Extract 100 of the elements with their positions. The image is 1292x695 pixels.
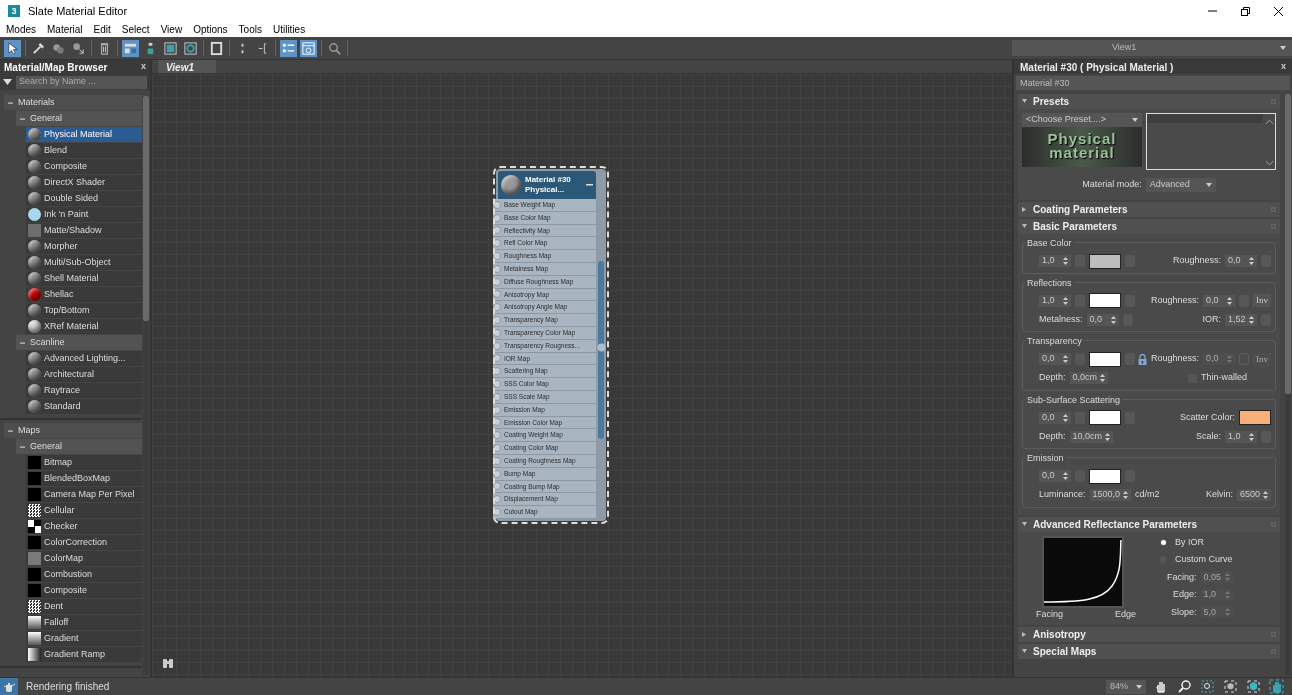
tree-item[interactable]: Standard: [26, 399, 142, 414]
rollout-header[interactable]: Basic Parameters: [1018, 219, 1280, 234]
scrollbar-thumb[interactable]: [1285, 94, 1291, 394]
close-button[interactable]: x: [1281, 60, 1286, 74]
scroll-down-icon[interactable]: [1266, 161, 1273, 165]
spinner-field[interactable]: 10,0cm: [1069, 430, 1114, 443]
color-swatch[interactable]: [1089, 253, 1121, 269]
tree-item[interactable]: XRef Material: [26, 319, 142, 334]
tree-group-header[interactable]: Scanline: [16, 335, 142, 350]
tree-group-header[interactable]: General: [16, 439, 142, 454]
tree-item[interactable]: Matte/Shadow: [26, 223, 142, 238]
close-button[interactable]: x: [141, 60, 146, 74]
toolbar-button[interactable]: [280, 39, 297, 57]
radio-option[interactable]: Custom Curve: [1160, 553, 1233, 567]
scrollbar-thumb[interactable]: [143, 96, 149, 321]
tree-item[interactable]: ColorCorrection: [26, 535, 142, 550]
color-swatch[interactable]: [1089, 293, 1121, 308]
tree-item[interactable]: Composite: [26, 159, 142, 174]
spinner-field[interactable]: 0,0: [1039, 411, 1071, 424]
mode-dropdown[interactable]: Advanced: [1145, 178, 1216, 192]
color-swatch[interactable]: [1089, 468, 1121, 484]
preset-dropdown[interactable]: <Choose Preset....>: [1022, 113, 1142, 127]
rollout-header[interactable]: Special Maps: [1018, 644, 1280, 659]
tree-item[interactable]: Top/Bottom: [26, 303, 142, 318]
tree-group-header[interactable]: General: [16, 111, 142, 126]
color-swatch[interactable]: [1089, 410, 1121, 425]
collapse-icon[interactable]: [586, 183, 593, 187]
spinner-field[interactable]: 1,0: [1039, 294, 1071, 307]
tree-item[interactable]: Double Sided: [26, 191, 142, 206]
view-tab[interactable]: View1: [158, 60, 216, 73]
menu-item[interactable]: Utilities: [272, 22, 306, 37]
spinner-field[interactable]: 0,0: [1203, 294, 1235, 307]
menu-item[interactable]: Edit: [93, 22, 111, 37]
tree-item[interactable]: Advanced Lighting...: [26, 351, 142, 366]
rollout-header[interactable]: Coating Parameters: [1018, 202, 1280, 217]
rollout-header[interactable]: Advanced Reflectance Parameters: [1018, 516, 1280, 532]
cube-icon[interactable]: [1246, 679, 1261, 694]
view-dropdown[interactable]: View1: [1012, 40, 1292, 56]
spinner-field[interactable]: 1,0: [1225, 430, 1257, 443]
tree-item[interactable]: Falloff: [26, 615, 142, 630]
toggle-button[interactable]: Inv: [1253, 294, 1271, 307]
tree-item[interactable]: Gradient Ramp: [26, 647, 142, 662]
tree-item[interactable]: DirectX Shader: [26, 175, 142, 190]
menu-item[interactable]: Options: [193, 22, 228, 37]
output-socket-icon[interactable]: [597, 343, 606, 352]
cube-icon[interactable]: [1223, 679, 1238, 694]
tree-item[interactable]: BlendedBoxMap: [26, 471, 142, 486]
tree-item[interactable]: Ink 'n Paint: [26, 207, 142, 222]
teapot-button[interactable]: [0, 677, 18, 695]
menu-item[interactable]: Tools: [238, 22, 262, 37]
search-field[interactable]: Search by Name ...: [16, 75, 147, 89]
zoom-region-icon[interactable]: [1200, 679, 1215, 694]
tree-item[interactable]: Architectural: [26, 367, 142, 382]
menu-item[interactable]: Material: [47, 22, 83, 37]
tree-item[interactable]: Morpher: [26, 239, 142, 254]
tree-item[interactable]: Bitmap: [26, 455, 142, 470]
spinner-field[interactable]: 6500: [1236, 489, 1271, 501]
restore-icon[interactable]: [1240, 5, 1251, 17]
dropdown-icon[interactable]: [3, 79, 12, 85]
tree-item[interactable]: Composite: [26, 583, 142, 598]
tree-item[interactable]: Raytrace: [26, 383, 142, 398]
tree-item[interactable]: Camera Map Per Pixel: [26, 487, 142, 502]
scroll-up-icon[interactable]: [1266, 120, 1273, 124]
spinner-field[interactable]: 0,0cm: [1069, 372, 1109, 384]
spinner-field[interactable]: 1500,0: [1089, 489, 1132, 501]
spinner-field[interactable]: 0,0: [1086, 313, 1119, 326]
rollout-header[interactable]: Presets: [1018, 94, 1280, 109]
spinner-field[interactable]: 0,0: [1039, 353, 1071, 365]
toolbar-button[interactable]: [4, 39, 21, 57]
name-field[interactable]: Material #30: [1016, 76, 1290, 90]
spinner-field[interactable]: 0,0: [1225, 255, 1257, 267]
tree-group-header[interactable]: Maps: [4, 423, 142, 438]
color-swatch[interactable]: [1239, 410, 1271, 425]
toolbar-button[interactable]: [300, 39, 317, 57]
color-swatch[interactable]: [1089, 351, 1121, 367]
tree-item[interactable]: Checker: [26, 519, 142, 534]
radio-option[interactable]: By IOR: [1160, 535, 1233, 549]
tree-group-header[interactable]: Materials: [4, 95, 142, 110]
rollout-header[interactable]: Anisotropy: [1018, 627, 1280, 642]
menu-item[interactable]: View: [160, 22, 183, 37]
spinner-field[interactable]: 1,52: [1225, 313, 1257, 326]
menu-item[interactable]: Select: [121, 22, 150, 37]
material-node[interactable]: [496, 169, 606, 521]
search-icon[interactable]: [1177, 679, 1192, 694]
hand-icon[interactable]: [1269, 679, 1284, 694]
tree-item[interactable]: Shell Material: [26, 271, 142, 286]
spinner-field[interactable]: 1,0: [1039, 255, 1071, 267]
tree-item[interactable]: Combustion: [26, 567, 142, 582]
toolbar-button[interactable]: [122, 39, 139, 57]
spinner-field[interactable]: 0,0: [1039, 470, 1071, 482]
tree-item[interactable]: Dent: [26, 599, 142, 614]
tree-item[interactable]: ColorMap: [26, 551, 142, 566]
toolbar-button[interactable]: [208, 39, 225, 57]
tree-item[interactable]: Blend: [26, 143, 142, 158]
binoculars-icon[interactable]: [162, 657, 174, 669]
zoom-dropdown[interactable]: 84%: [1106, 679, 1146, 694]
menu-item[interactable]: Modes: [6, 22, 36, 37]
tree-item[interactable]: Physical Material: [26, 127, 142, 142]
preset-list[interactable]: [1146, 113, 1276, 170]
tree-item[interactable]: Multi/Sub-Object: [26, 255, 142, 270]
